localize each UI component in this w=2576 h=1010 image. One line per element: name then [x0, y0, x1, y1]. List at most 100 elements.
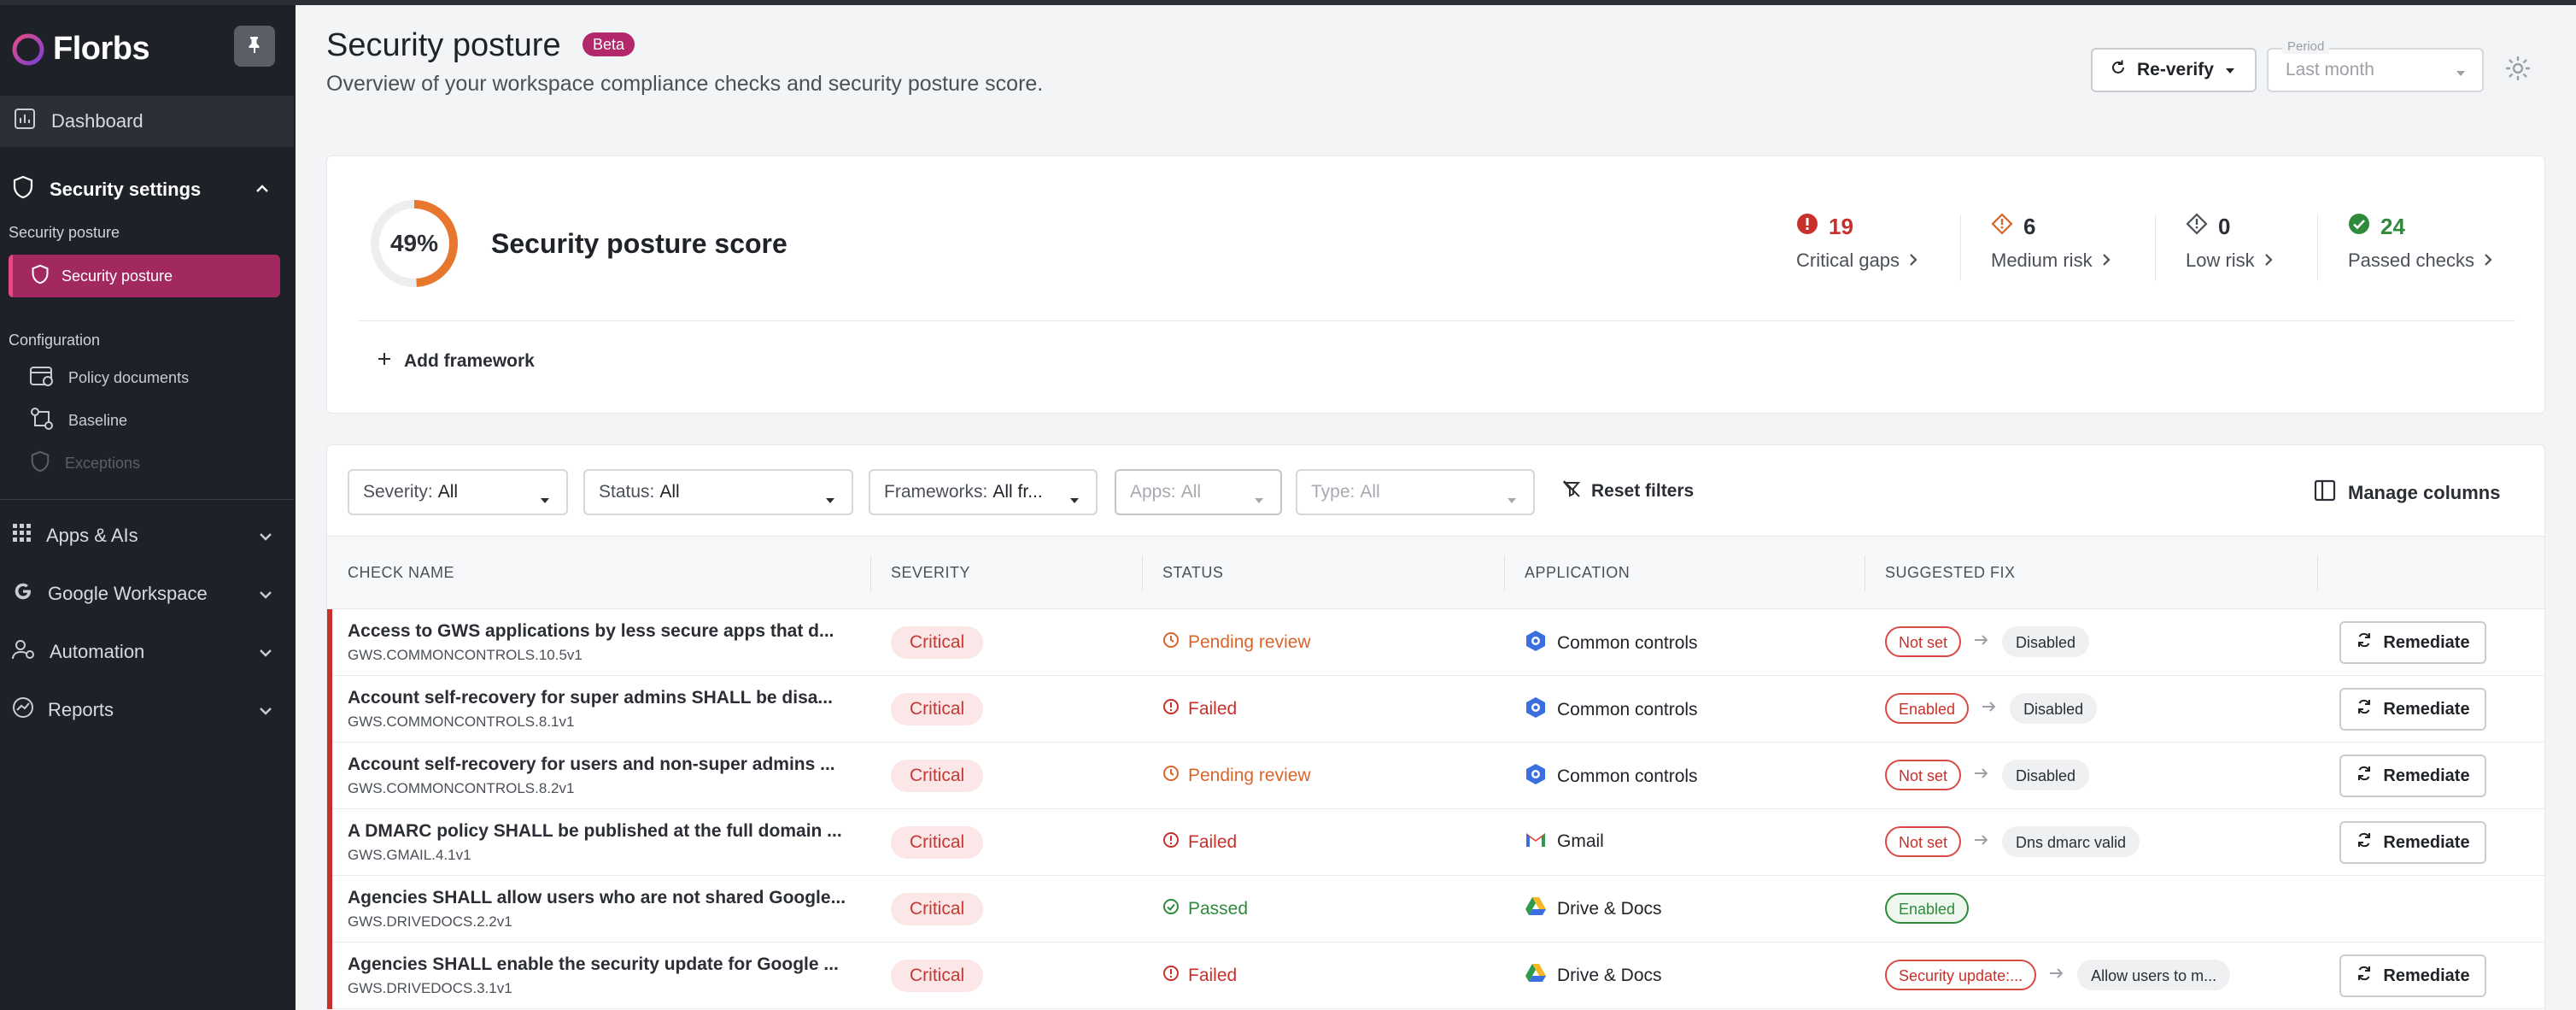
metric-divider	[2317, 214, 2318, 281]
chevron-right-icon	[2101, 250, 2111, 272]
column-divider	[870, 555, 871, 591]
sidebar-item-security-posture[interactable]: Security posture	[9, 255, 280, 297]
application-cell: Common controls	[1525, 696, 1698, 724]
sidebar-item-exceptions: Exceptions	[29, 446, 140, 480]
application-cell: Drive & Docs	[1525, 896, 1662, 922]
suggested-fix-cell: Enabled Disabled	[1885, 693, 2098, 724]
severity-badge: Critical	[891, 960, 984, 992]
check-name: A DMARC policy SHALL be published at the…	[348, 821, 842, 841]
suggested-fix-cell: Enabled	[1885, 893, 1970, 924]
current-value-chip: Enabled	[1885, 893, 1970, 924]
arrow-right-icon	[1973, 766, 1990, 784]
checks-table-card: Severity: All Status: All Frameworks: Al…	[326, 444, 2545, 1010]
sidebar-item-policy-documents[interactable]: Policy documents	[29, 361, 189, 395]
column-header-check-name[interactable]: CHECK NAME	[348, 564, 454, 582]
chevron-right-icon	[1908, 250, 1918, 272]
chevron-up-icon	[253, 179, 272, 203]
sidebar-item-automation[interactable]: Automation	[12, 631, 284, 673]
metric-medium-risk[interactable]: 6 Medium risk	[1991, 213, 2111, 272]
target-value-chip: Allow users to m...	[2077, 960, 2231, 990]
plus-icon	[377, 351, 392, 372]
caret-down-icon	[1068, 490, 1080, 510]
metric-label: Medium risk	[1991, 250, 2093, 271]
reset-filters-button[interactable]: Reset filters	[1562, 479, 1694, 503]
remediate-button[interactable]: Remediate	[2339, 755, 2486, 797]
column-header-application[interactable]: APPLICATION	[1525, 564, 1630, 582]
sidebar-section-security-settings[interactable]: Security settings	[0, 162, 294, 217]
period-select[interactable]: Period Last month	[2267, 39, 2484, 92]
metric-passed-checks[interactable]: 24 Passed checks	[2348, 213, 2493, 272]
score-percent: 49%	[389, 230, 439, 256]
table-row[interactable]: A DMARC policy SHALL be published at the…	[327, 809, 2544, 876]
check-circle-icon	[2348, 213, 2370, 241]
table-row[interactable]: Agencies SHALL allow users who are not s…	[327, 876, 2544, 942]
table-row[interactable]: Access to GWS applications by less secur…	[327, 609, 2544, 676]
metric-critical-gaps[interactable]: 19 Critical gaps	[1796, 213, 1918, 272]
metric-label: Passed checks	[2348, 250, 2474, 271]
brand-name: Florbs	[53, 31, 150, 67]
target-value-chip: Disabled	[2002, 626, 2090, 657]
metric-divider	[2155, 214, 2156, 281]
gmail-icon	[1525, 830, 1547, 854]
severity-filter[interactable]: Severity: All	[348, 469, 568, 515]
column-header-status[interactable]: STATUS	[1162, 564, 1223, 582]
application-name: Common controls	[1557, 766, 1698, 786]
common-controls-icon	[1525, 630, 1547, 657]
application-cell: Gmail	[1525, 830, 1604, 854]
add-framework-button[interactable]: Add framework	[377, 351, 535, 372]
sidebar-item-baseline[interactable]: Baseline	[29, 403, 127, 437]
manage-columns-button[interactable]: Manage columns	[2314, 479, 2500, 507]
suggested-fix-cell: Not set Disabled	[1885, 760, 2090, 790]
sidebar-item-reports[interactable]: Reports	[12, 689, 284, 731]
frameworks-filter[interactable]: Frameworks: All fr...	[869, 469, 1098, 515]
column-header-severity[interactable]: SEVERITY	[891, 564, 970, 582]
table-row[interactable]: Account self-recovery for super admins S…	[327, 676, 2544, 743]
table-row[interactable]: Agencies SHALL enable the security updat…	[327, 942, 2544, 1009]
sidebar-item-dashboard[interactable]: Dashboard	[0, 96, 294, 147]
period-value: Last month	[2286, 60, 2374, 79]
status-cell: Failed	[1162, 965, 1237, 987]
re-verify-button[interactable]: Re-verify	[2091, 48, 2257, 92]
clock-icon	[1162, 765, 1180, 787]
sidebar-item-google-workspace[interactable]: Google Workspace	[12, 573, 284, 615]
score-title: Security posture score	[491, 228, 787, 259]
status-text: Pending review	[1188, 766, 1311, 785]
application-name: Common controls	[1557, 700, 1698, 719]
status-text: Failed	[1188, 966, 1238, 985]
settings-button[interactable]	[2504, 55, 2532, 86]
security-posture-score-card: 49% Security posture score 19 Critical g…	[326, 156, 2545, 414]
sidebar: Florbs Dashboard Security settings Secur…	[0, 5, 296, 1010]
caret-down-icon	[1506, 490, 1518, 510]
suggested-fix-cell: Security update:... Allow users to m...	[1885, 960, 2231, 990]
caret-down-icon	[2455, 67, 2467, 82]
chevron-down-icon	[256, 702, 275, 725]
check-code: GWS.COMMONCONTROLS.8.2v1	[348, 780, 575, 796]
metric-value: 0	[2218, 214, 2231, 239]
remediate-button[interactable]: Remediate	[2339, 688, 2486, 731]
pin-sidebar-button[interactable]	[234, 26, 275, 67]
severity-badge: Critical	[891, 693, 984, 725]
sidebar-item-label: Automation	[50, 641, 145, 662]
remediate-button[interactable]: Remediate	[2339, 621, 2486, 664]
common-controls-icon	[1525, 763, 1547, 790]
check-code: GWS.GMAIL.4.1v1	[348, 847, 471, 863]
status-filter[interactable]: Status: All	[583, 469, 853, 515]
metric-low-risk[interactable]: 0 Low risk	[2186, 213, 2274, 272]
metric-label: Low risk	[2186, 250, 2255, 271]
shield-icon	[29, 450, 51, 477]
caret-down-icon	[1253, 490, 1265, 510]
check-code: GWS.DRIVEDOCS.2.2v1	[348, 913, 512, 930]
brand[interactable]: Florbs	[12, 31, 150, 68]
sync-icon	[2356, 631, 2373, 654]
current-value-chip: Security update:...	[1885, 960, 2037, 990]
table-row[interactable]: Account self-recovery for users and non-…	[327, 743, 2544, 809]
target-value-chip: Disabled	[2010, 693, 2098, 724]
status-text: Pending review	[1188, 632, 1311, 652]
remediate-button[interactable]: Remediate	[2339, 821, 2486, 864]
sidebar-item-apps-ais[interactable]: Apps & AIs	[12, 514, 284, 557]
page-title: Security posture	[326, 27, 561, 63]
status-cell: Failed	[1162, 698, 1237, 720]
remediate-button[interactable]: Remediate	[2339, 954, 2486, 997]
column-header-suggested-fix[interactable]: SUGGESTED FIX	[1885, 564, 2016, 582]
check-name: Account self-recovery for users and non-…	[348, 755, 835, 774]
